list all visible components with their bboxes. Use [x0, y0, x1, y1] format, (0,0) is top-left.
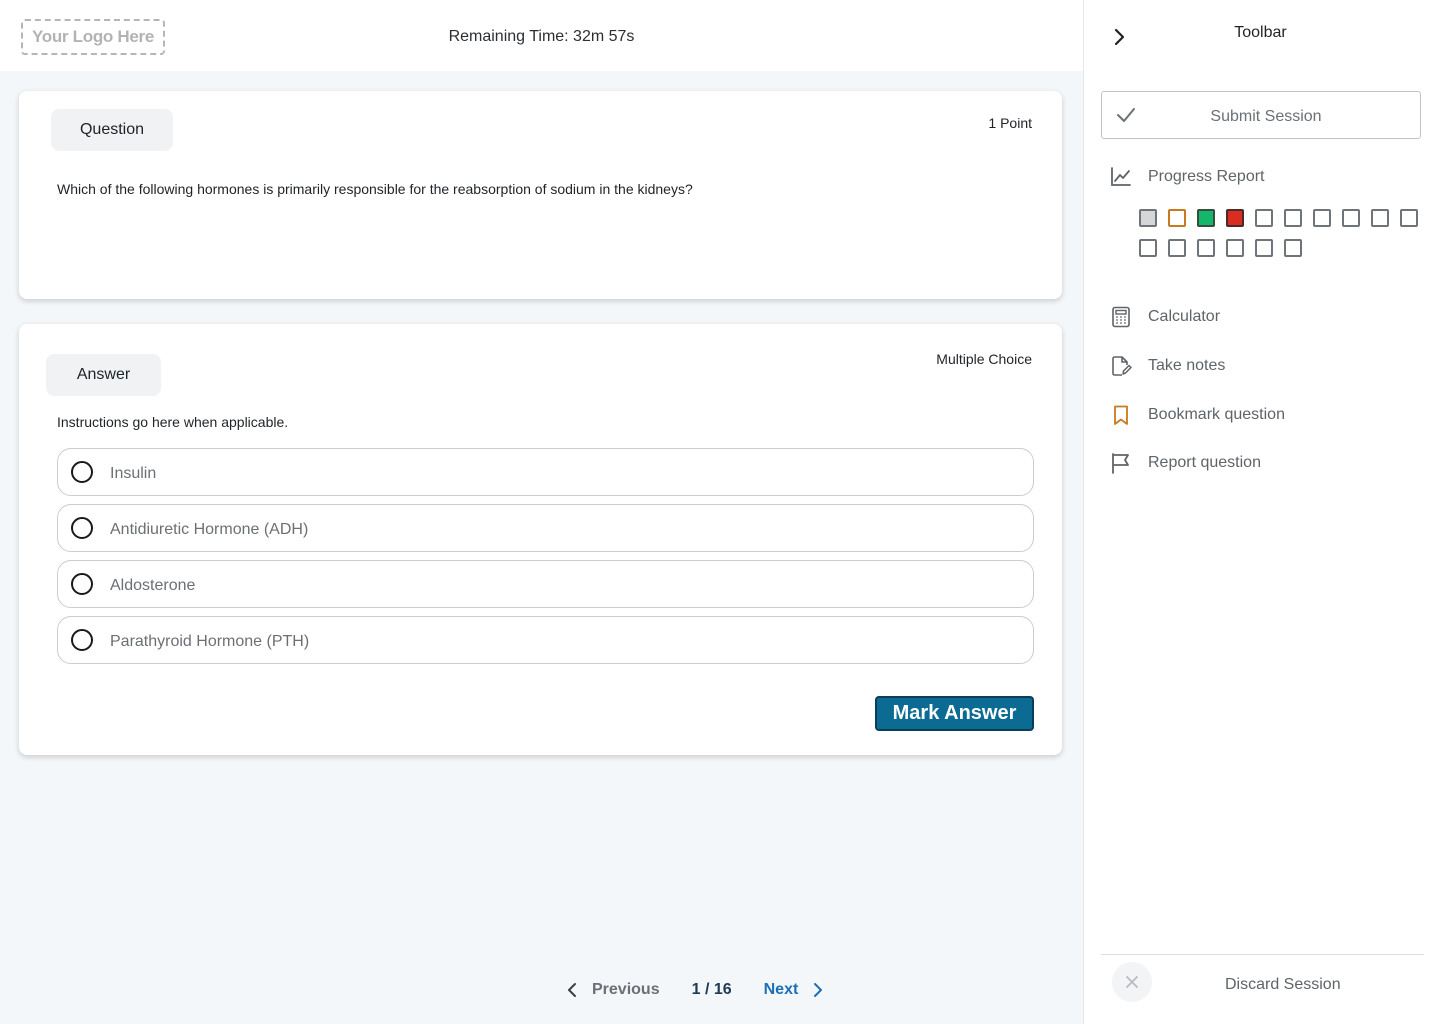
toolbar-title-text: Toolbar [1234, 24, 1287, 41]
report-question-tool[interactable]: Report question [1110, 452, 1261, 474]
mark-answer-button[interactable]: Mark Answer [875, 696, 1034, 731]
answer-option-insulin[interactable]: Insulin [57, 448, 1034, 496]
discard-session-label: Discard Session [1225, 976, 1341, 993]
progress-box-10-unanswered[interactable] [1400, 209, 1418, 227]
progress-box-12-unanswered[interactable] [1168, 239, 1186, 257]
question-chip: Question [51, 109, 173, 151]
progress-report-label: Progress Report [1148, 168, 1265, 185]
progress-box-14-unanswered[interactable] [1226, 239, 1244, 257]
progress-box-15-unanswered[interactable] [1255, 239, 1273, 257]
radio-button[interactable] [71, 517, 93, 539]
progress-box-5-unanswered[interactable] [1255, 209, 1273, 227]
answer-option-label: Insulin [110, 465, 157, 482]
toolbar-sidebar: Toolbar Submit Session Progress Report C… [1083, 0, 1440, 1024]
question-text: Which of the following hormones is prima… [57, 181, 693, 197]
toolbar-title: Toolbar [1084, 24, 1440, 42]
note-edit-icon [1112, 356, 1132, 376]
calculator-icon [1112, 306, 1130, 328]
radio-button[interactable] [71, 461, 93, 483]
submit-session-label: Submit Session [1210, 108, 1322, 125]
submit-session-button[interactable]: Submit Session [1101, 91, 1421, 139]
progress-box-16-unanswered[interactable] [1284, 239, 1302, 257]
progress-grid [1139, 209, 1429, 257]
progress-box-6-unanswered[interactable] [1284, 209, 1302, 227]
answer-option-label: Parathyroid Hormone (PTH) [110, 633, 310, 650]
bookmark-icon [1114, 405, 1128, 425]
answer-option-pth[interactable]: Parathyroid Hormone (PTH) [57, 616, 1034, 664]
progress-box-3-correct[interactable] [1197, 209, 1215, 227]
report-question-label: Report question [1148, 454, 1261, 471]
chevron-left-icon [568, 983, 576, 997]
calculator-label: Calculator [1148, 308, 1221, 325]
take-notes-tool[interactable]: Take notes [1110, 355, 1225, 377]
pagination: Previous 1 / 16 Next [566, 977, 824, 1003]
top-bar: Your Logo Here Remaining Time: 32m 57s [0, 0, 1083, 71]
progress-box-9-unanswered[interactable] [1371, 209, 1389, 227]
answer-card: Answer Multiple Choice Instructions go h… [19, 324, 1062, 755]
page-count: 1 / 16 [691, 981, 732, 998]
progress-box-7-unanswered[interactable] [1313, 209, 1331, 227]
calculator-tool[interactable]: Calculator [1110, 306, 1220, 328]
question-points: 1 Point [988, 115, 1032, 131]
bookmark-question-tool[interactable]: Bookmark question [1110, 404, 1285, 426]
chevron-right-icon [814, 983, 823, 997]
line-chart-icon [1111, 167, 1131, 186]
take-notes-label: Take notes [1148, 357, 1226, 374]
question-card: Question 1 Point Which of the following … [19, 91, 1062, 299]
answer-instructions: Instructions go here when applicable. [57, 414, 289, 430]
answer-type: Multiple Choice [936, 351, 1032, 367]
bookmark-question-label: Bookmark question [1148, 406, 1285, 423]
answer-chip: Answer [46, 354, 161, 396]
previous-button[interactable]: Previous [566, 981, 660, 999]
close-icon [1112, 962, 1152, 1002]
answer-option-label: Aldosterone [110, 577, 196, 594]
progress-box-1-viewed[interactable] [1139, 209, 1157, 227]
remaining-time: Remaining Time: 32m 57s [0, 28, 1083, 46]
previous-label: Previous [592, 981, 660, 998]
progress-box-8-unanswered[interactable] [1342, 209, 1360, 227]
answer-option-aldosterone[interactable]: Aldosterone [57, 560, 1034, 608]
next-button[interactable]: Next [764, 981, 825, 999]
progress-report: Progress Report [1110, 166, 1265, 188]
radio-button[interactable] [71, 629, 93, 651]
radio-button[interactable] [71, 573, 93, 595]
answer-option-label: Antidiuretic Hormone (ADH) [110, 521, 309, 538]
progress-box-4-incorrect[interactable] [1226, 209, 1244, 227]
timer-text: Remaining Time: 32m 57s [448, 28, 635, 45]
main-area: Your Logo Here Remaining Time: 32m 57s Q… [0, 0, 1083, 1024]
next-label: Next [763, 981, 799, 998]
divider [1101, 954, 1424, 955]
progress-box-2-bookmarked[interactable] [1168, 209, 1186, 227]
answer-option-adh[interactable]: Antidiuretic Hormone (ADH) [57, 504, 1034, 552]
progress-box-13-unanswered[interactable] [1197, 239, 1215, 257]
flag-icon [1112, 453, 1129, 474]
discard-session-button[interactable]: Discard Session [1112, 962, 1412, 1004]
progress-box-11-unanswered[interactable] [1139, 239, 1157, 257]
